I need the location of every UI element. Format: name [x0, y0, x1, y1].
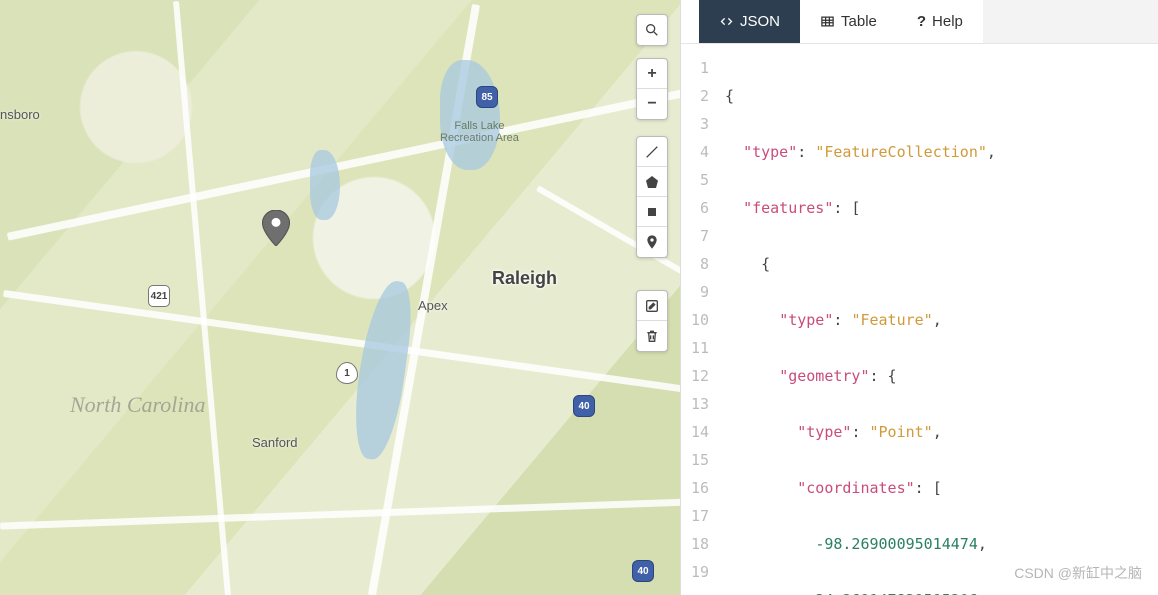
area-label-line: Recreation Area: [440, 132, 519, 144]
line-gutter: 12345678910111213141516171819: [681, 44, 717, 595]
tab-table[interactable]: Table: [800, 0, 897, 43]
shield-us1: 1: [336, 362, 358, 384]
shield-i85: 85: [476, 86, 498, 108]
zoom-in-button[interactable]: +: [637, 59, 667, 89]
help-icon: ?: [917, 13, 926, 30]
lake: [310, 150, 340, 220]
tab-json-label: JSON: [740, 13, 780, 30]
tab-table-label: Table: [841, 13, 877, 30]
state-label: North Carolina: [70, 392, 206, 418]
json-editor[interactable]: 12345678910111213141516171819 { "type": …: [681, 44, 1158, 595]
draw-line-button[interactable]: [637, 137, 667, 167]
code-area[interactable]: { "type": "FeatureCollection", "features…: [717, 44, 1158, 595]
side-panel: JSON Table ? Help 1234567891011121314151…: [680, 0, 1158, 595]
edit-button[interactable]: [637, 291, 667, 321]
tab-help[interactable]: ? Help: [897, 0, 983, 43]
city-label-raleigh: Raleigh: [492, 268, 557, 289]
shield-i40: 40: [632, 560, 654, 582]
area-label-line: Falls Lake: [454, 120, 504, 132]
shield-i40: 40: [573, 395, 595, 417]
map-marker[interactable]: [262, 210, 290, 246]
map-edit-group: [636, 290, 668, 352]
tab-json[interactable]: JSON: [699, 0, 800, 43]
delete-button[interactable]: [637, 321, 667, 351]
town-label-sanford: Sanford: [252, 435, 298, 450]
zoom-out-button[interactable]: −: [637, 89, 667, 119]
tab-bar: JSON Table ? Help: [681, 0, 1158, 44]
map-pane[interactable]: North Carolina Raleigh Apex Sanford nsbo…: [0, 0, 680, 595]
town-label-nsboro: nsboro: [0, 107, 40, 122]
map-zoom-group: + −: [636, 58, 668, 120]
map-draw-group: [636, 136, 668, 258]
town-label-apex: Apex: [418, 298, 448, 313]
search-button[interactable]: [637, 15, 667, 45]
map-search-group: [636, 14, 668, 46]
area-label-falls-lake: Falls Lake Recreation Area: [440, 120, 519, 144]
draw-polygon-button[interactable]: [637, 167, 667, 197]
tab-help-label: Help: [932, 13, 963, 30]
draw-marker-button[interactable]: [637, 227, 667, 257]
draw-rectangle-button[interactable]: [637, 197, 667, 227]
watermark: CSDN @新缸中之脑: [1014, 563, 1142, 583]
shield-421: 421: [148, 285, 170, 307]
